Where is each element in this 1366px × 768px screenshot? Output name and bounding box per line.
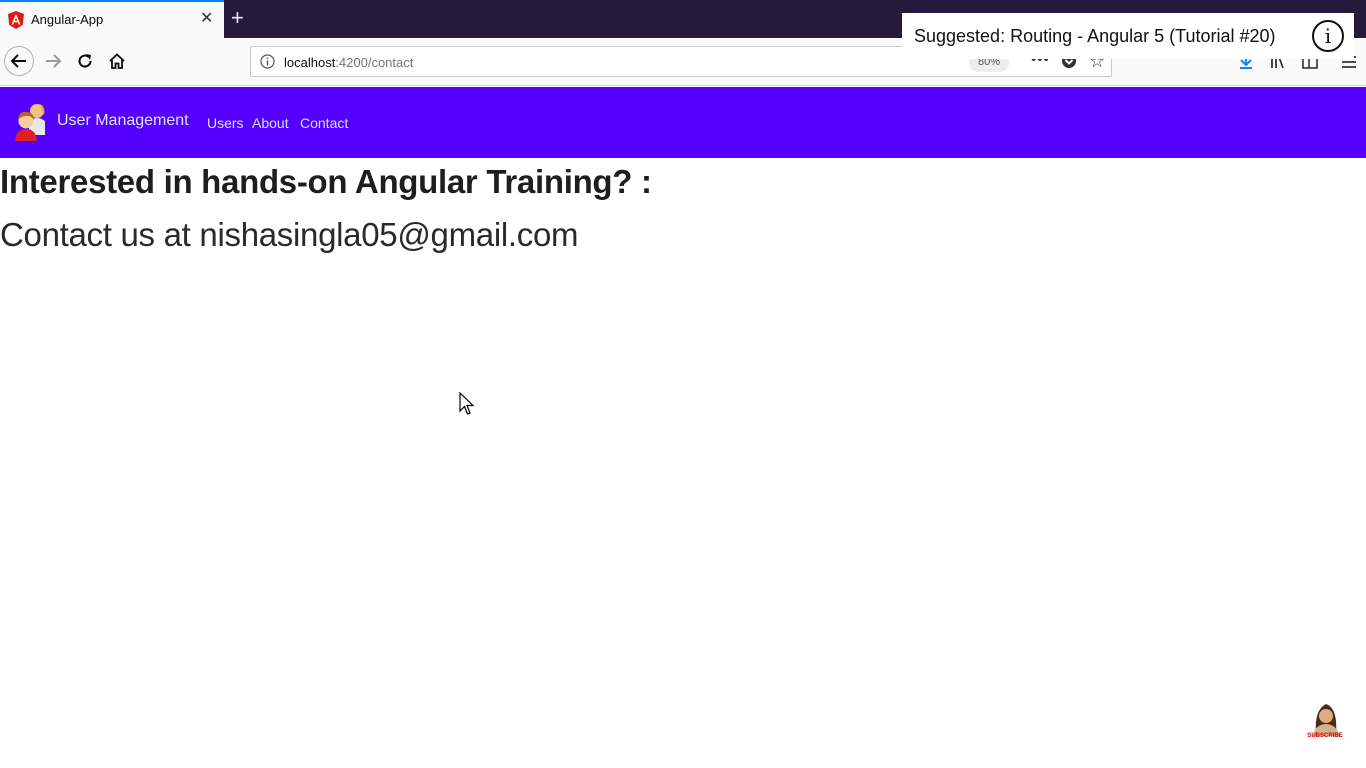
new-tab-icon[interactable]: + bbox=[231, 6, 244, 30]
suggested-video-card[interactable]: Suggested: Routing - Angular 5 (Tutorial… bbox=[902, 13, 1354, 59]
tab-angular-app[interactable]: Angular-App ✕ bbox=[0, 0, 224, 38]
nav-link-contact[interactable]: Contact bbox=[300, 115, 348, 131]
user-management-logo bbox=[15, 104, 45, 141]
app-navbar: User Management Users About Contact bbox=[0, 87, 1366, 158]
back-button[interactable] bbox=[4, 46, 34, 76]
page-heading: Interested in hands-on Angular Training?… bbox=[0, 163, 652, 200]
forward-arrow-icon bbox=[46, 54, 62, 68]
url-text[interactable]: localhost:4200/contact bbox=[284, 55, 413, 70]
nav-link-about[interactable]: About bbox=[252, 115, 289, 131]
mouse-cursor-icon bbox=[459, 392, 475, 415]
nav-link-users[interactable]: Users bbox=[207, 115, 244, 131]
reload-button[interactable] bbox=[70, 46, 100, 76]
tab-title: Angular-App bbox=[31, 12, 104, 27]
home-button[interactable] bbox=[102, 46, 132, 76]
contact-text: Contact us at nishasingla05@gmail.com bbox=[0, 216, 579, 253]
subscribe-label[interactable]: SUBSCRIBE bbox=[1305, 733, 1345, 739]
reload-icon bbox=[78, 54, 92, 68]
tab-close-icon[interactable]: ✕ bbox=[200, 10, 213, 28]
angular-logo-icon bbox=[8, 11, 24, 29]
suggested-video-title[interactable]: Suggested: Routing - Angular 5 (Tutorial… bbox=[914, 26, 1276, 47]
back-arrow-icon bbox=[10, 54, 26, 68]
info-icon[interactable] bbox=[260, 54, 275, 69]
brand-title[interactable]: User Management bbox=[57, 112, 189, 130]
forward-button[interactable] bbox=[38, 46, 68, 76]
url-path: :4200/contact bbox=[335, 55, 414, 70]
url-host: localhost bbox=[284, 55, 336, 70]
home-icon bbox=[109, 53, 125, 69]
suggested-info-icon[interactable]: i bbox=[1312, 20, 1344, 52]
screen: Angular-App ✕ + localhost:4200/contact 8… bbox=[0, 0, 1366, 768]
